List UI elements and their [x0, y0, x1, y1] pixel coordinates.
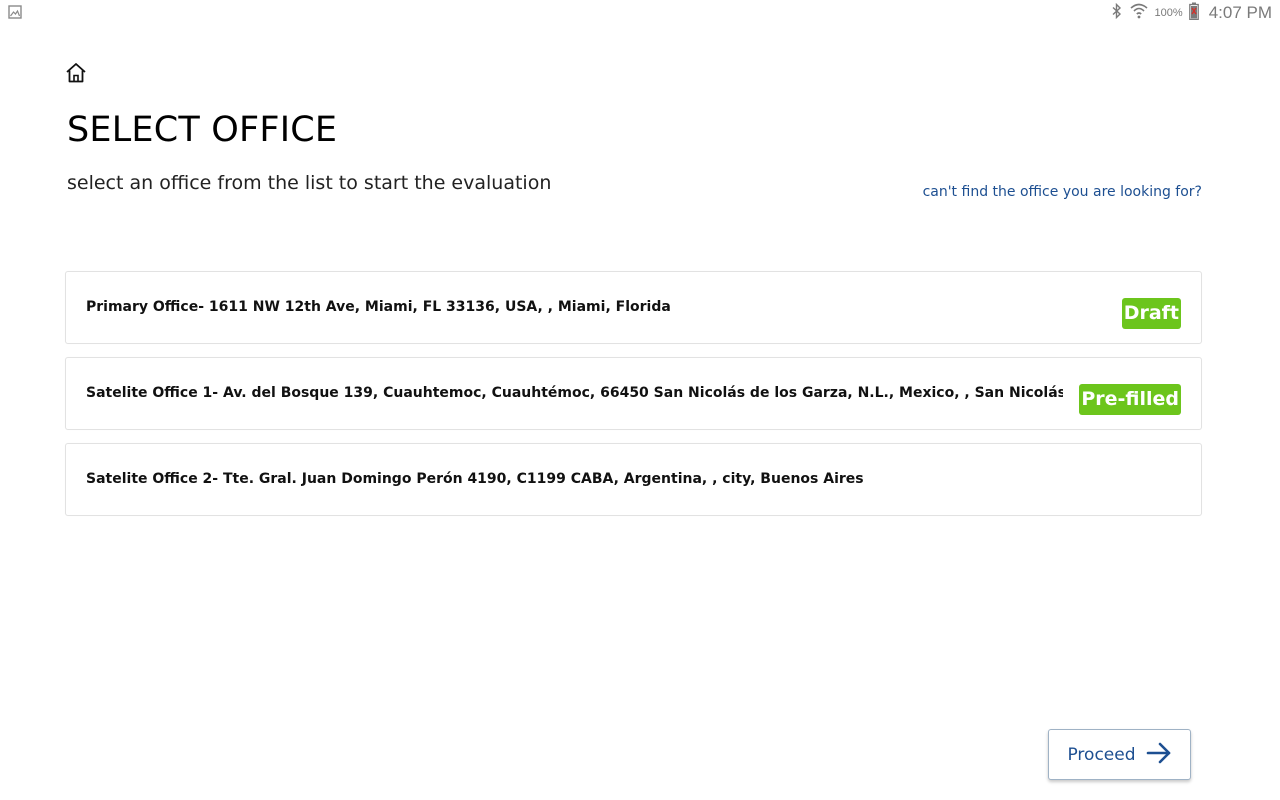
status-icons: 100% 4:07 PM [1111, 2, 1272, 24]
office-item-primary[interactable]: Primary Office- 1611 NW 12th Ave, Miami,… [65, 271, 1202, 344]
status-badge-draft: Draft [1121, 298, 1181, 329]
office-name: Satelite Office 1- Av. del Bosque 139, C… [86, 384, 1064, 401]
clock: 4:07 PM [1208, 3, 1272, 22]
home-icon[interactable] [64, 62, 88, 84]
wifi-icon [1129, 2, 1149, 25]
status-bar: 100% 4:07 PM [0, 0, 1280, 26]
arrow-right-icon [1146, 740, 1172, 769]
office-list: Primary Office- 1611 NW 12th Ave, Miami,… [65, 271, 1202, 529]
cant-find-office-link[interactable]: can't find the office you are looking fo… [923, 184, 1202, 200]
bluetooth-icon [1111, 2, 1123, 24]
office-item-satelite-1[interactable]: Satelite Office 1- Av. del Bosque 139, C… [65, 357, 1202, 430]
image-notification-icon [8, 5, 22, 19]
battery-icon [1188, 2, 1199, 25]
page-subtitle: select an office from the list to start … [67, 172, 552, 194]
office-name: Satelite Office 2- Tte. Gral. Juan Domin… [86, 470, 864, 487]
status-badge-pre-filled: Pre-filled [1079, 384, 1181, 415]
proceed-label: Proceed [1067, 744, 1136, 765]
page-title: SELECT OFFICE [67, 110, 338, 150]
office-item-satelite-2[interactable]: Satelite Office 2- Tte. Gral. Juan Domin… [65, 443, 1202, 516]
proceed-button[interactable]: Proceed [1048, 729, 1191, 780]
office-name: Primary Office- 1611 NW 12th Ave, Miami,… [86, 298, 671, 315]
battery-percent: 100% [1154, 7, 1183, 19]
